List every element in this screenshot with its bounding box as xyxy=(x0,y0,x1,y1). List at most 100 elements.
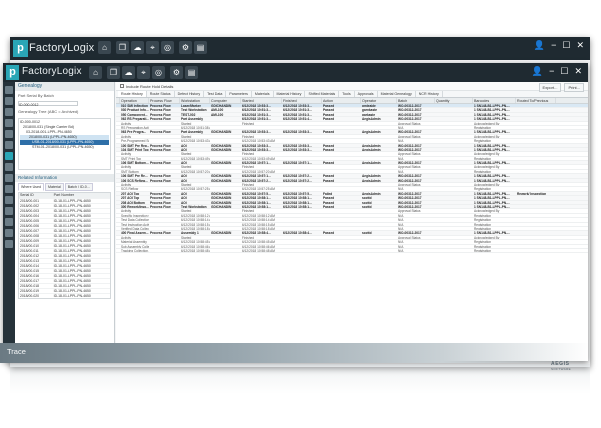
tab-material-genealogy[interactable]: Material Genealogy xyxy=(378,91,416,97)
quality-module-icon[interactable] xyxy=(5,130,13,138)
schedule-module-icon[interactable] xyxy=(5,185,13,193)
document-icon[interactable]: ▤ xyxy=(185,66,198,79)
trace-module-icon[interactable] xyxy=(5,152,13,160)
grid-cell xyxy=(282,245,322,248)
column-header[interactable]: Part Number xyxy=(53,193,110,198)
user-icon[interactable]: 👤 xyxy=(534,40,545,51)
tab-material[interactable]: Material xyxy=(44,183,64,191)
maximize-icon[interactable]: ☐ xyxy=(562,40,570,51)
cloud-icon[interactable]: ☁ xyxy=(122,66,135,79)
location-icon[interactable]: ⌖ xyxy=(137,66,150,79)
gear-icon[interactable]: ⚙ xyxy=(170,66,183,79)
tab-material-history[interactable]: Material History xyxy=(274,91,306,97)
tab-shifted-materials[interactable]: Shifted Materials xyxy=(305,91,340,97)
column-header[interactable]: Process Flow xyxy=(149,98,180,103)
related-row[interactable]: 2018/00-014 ID-18-01-LPPL-PN-4650 xyxy=(19,263,110,268)
related-row[interactable]: 2018/00-020 ID-18-01-LPPL-PN-4650 xyxy=(19,293,110,298)
orders-module-icon[interactable] xyxy=(5,97,13,105)
related-row[interactable]: 2018/00-004 ID-18-01-LPPL-PN-4650 xyxy=(19,213,110,218)
column-header[interactable]: Batch xyxy=(397,98,435,103)
related-row[interactable]: 2018/00-008 ID-18-01-LPPL-PN-4650 xyxy=(19,233,110,238)
copy-icon[interactable]: ❐ xyxy=(116,41,129,54)
column-header[interactable]: Serial ID xyxy=(19,193,53,198)
related-row[interactable]: 2018/00-013 ID-18-01-LPPL-PN-4650 xyxy=(19,258,110,263)
shipping-module-icon[interactable] xyxy=(5,207,13,215)
maximize-icon[interactable]: ☐ xyxy=(560,66,568,77)
grid-cell xyxy=(435,209,473,212)
related-row[interactable]: 2018/00-007 ID-18-01-LPPL-PN-4650 xyxy=(19,228,110,233)
column-header[interactable]: Computer xyxy=(210,98,241,103)
column-header[interactable]: Workstation xyxy=(180,98,210,103)
documents-module-icon[interactable] xyxy=(5,229,13,237)
column-header[interactable]: Operator xyxy=(361,98,397,103)
related-row[interactable]: 2018/00-016 ID-18-01-LPPL-PN-4650 xyxy=(19,273,110,278)
related-row[interactable]: 2018/00-015 ID-18-01-LPPL-PN-4650 xyxy=(19,268,110,273)
column-header[interactable]: Barcodes xyxy=(473,98,516,103)
chart-module-icon[interactable] xyxy=(5,218,13,226)
materials-module-icon[interactable] xyxy=(5,174,13,182)
tab-where-used[interactable]: Where Used xyxy=(18,183,44,191)
routing-module-icon[interactable] xyxy=(5,119,13,127)
copy-icon[interactable]: ❐ xyxy=(107,66,120,79)
minimize-icon[interactable]: − xyxy=(551,40,556,51)
tab-defect-history[interactable]: Defect History xyxy=(175,91,205,97)
genealogy-tree[interactable]: ID-000-0012 2018/00-031 (Single Carrier … xyxy=(18,118,111,170)
user-module-icon[interactable] xyxy=(5,240,13,248)
tab-route-status[interactable]: Route Status xyxy=(147,91,175,97)
location-icon[interactable]: ⌖ xyxy=(146,41,159,54)
column-header[interactable]: Finished xyxy=(282,98,322,103)
include-route-hold-checkbox[interactable] xyxy=(120,84,124,88)
close-icon[interactable]: ✕ xyxy=(576,40,584,51)
grid-cell: 6/12/2018 10:53:49 AM xyxy=(242,156,275,161)
export-button[interactable]: Export... xyxy=(538,83,562,92)
cloud-icon[interactable]: ☁ xyxy=(131,41,144,54)
home-icon[interactable]: ⌂ xyxy=(89,66,102,79)
related-row[interactable]: 2018/00-019 ID-18-01-LPPL-PN-4650 xyxy=(19,288,110,293)
related-row[interactable]: 2018/00-012 ID-18-01-LPPL-PN-4650 xyxy=(19,253,110,258)
analytics-module-icon[interactable] xyxy=(5,196,13,204)
part-search-input[interactable]: ID-000-0012 xyxy=(18,101,78,107)
inventory-module-icon[interactable] xyxy=(5,108,13,116)
reports-module-icon[interactable] xyxy=(5,141,13,149)
tab-route-history[interactable]: Route History xyxy=(118,91,147,97)
related-row[interactable]: 2018/00-002 ID-18-01-LPPL-PN-4650 xyxy=(19,203,110,208)
column-header[interactable]: Started xyxy=(241,98,282,103)
tab-test-data[interactable]: Test Data xyxy=(204,91,227,97)
grid-cell: Activity xyxy=(121,121,132,125)
minimize-icon[interactable]: − xyxy=(549,66,554,77)
tab-parameters[interactable]: Parameters xyxy=(226,91,252,97)
tree-node[interactable]: STM-01-2018/00-031 (LPPL-PN-4650) xyxy=(20,145,109,150)
tab-tools[interactable]: Tools xyxy=(339,91,355,97)
grid-cell: WO-00312-2017 xyxy=(398,231,422,235)
globe-icon[interactable]: ◎ xyxy=(152,66,165,79)
related-row[interactable]: 2018/00-006 ID-18-01-LPPL-PN-4650 xyxy=(19,223,110,228)
tab-materials[interactable]: Materials xyxy=(252,91,274,97)
user-icon[interactable]: 👤 xyxy=(532,66,543,77)
tools-module-icon[interactable] xyxy=(5,163,13,171)
related-row[interactable]: 2018/00-018 ID-18-01-LPPL-PN-4650 xyxy=(19,283,110,288)
close-icon[interactable]: ✕ xyxy=(574,66,582,77)
column-header[interactable]: Routed To/Previous xyxy=(516,98,556,103)
document-icon[interactable]: ▤ xyxy=(194,41,207,54)
home-icon[interactable]: ⌂ xyxy=(98,41,111,54)
tab-approvals[interactable]: Approvals xyxy=(355,91,378,97)
tab-batch[interactable]: Batch / ID-0... xyxy=(64,183,93,191)
column-header[interactable]: Operation xyxy=(120,98,149,103)
tab-ncr-history[interactable]: NCR History xyxy=(416,91,443,97)
globe-icon[interactable]: ◎ xyxy=(161,41,174,54)
home-module-icon[interactable] xyxy=(5,86,13,94)
column-header[interactable]: Action xyxy=(322,98,361,103)
related-row[interactable]: 2018/00-003 ID-18-01-LPPL-PN-4650 xyxy=(19,208,110,213)
gear-icon[interactable]: ⚙ xyxy=(179,41,192,54)
column-header[interactable]: Quantity xyxy=(435,98,473,103)
related-row[interactable]: 2018/00-011 ID-18-01-LPPL-PN-4650 xyxy=(19,248,110,253)
related-row[interactable]: 2018/00-010 ID-18-01-LPPL-PN-4650 xyxy=(19,243,110,248)
grid-cell: AegisAdmin xyxy=(362,130,381,134)
related-row[interactable]: 2018/00-005 ID-18-01-LPPL-PN-4650 xyxy=(19,218,110,223)
related-row[interactable]: 2018/00-009 ID-18-01-LPPL-PN-4650 xyxy=(19,238,110,243)
serial-id-cell: 2018/00-008 xyxy=(20,234,40,238)
related-row[interactable]: 2018/00-001 ID-18-01-LPPL-PN-4650 xyxy=(19,198,110,203)
activity-row[interactable]: Tracking Collection Activity #1 6/12/2018… xyxy=(116,249,588,254)
related-row[interactable]: 2018/00-017 ID-18-01-LPPL-PN-4650 xyxy=(19,278,110,283)
print-button[interactable]: Print... xyxy=(564,83,584,92)
